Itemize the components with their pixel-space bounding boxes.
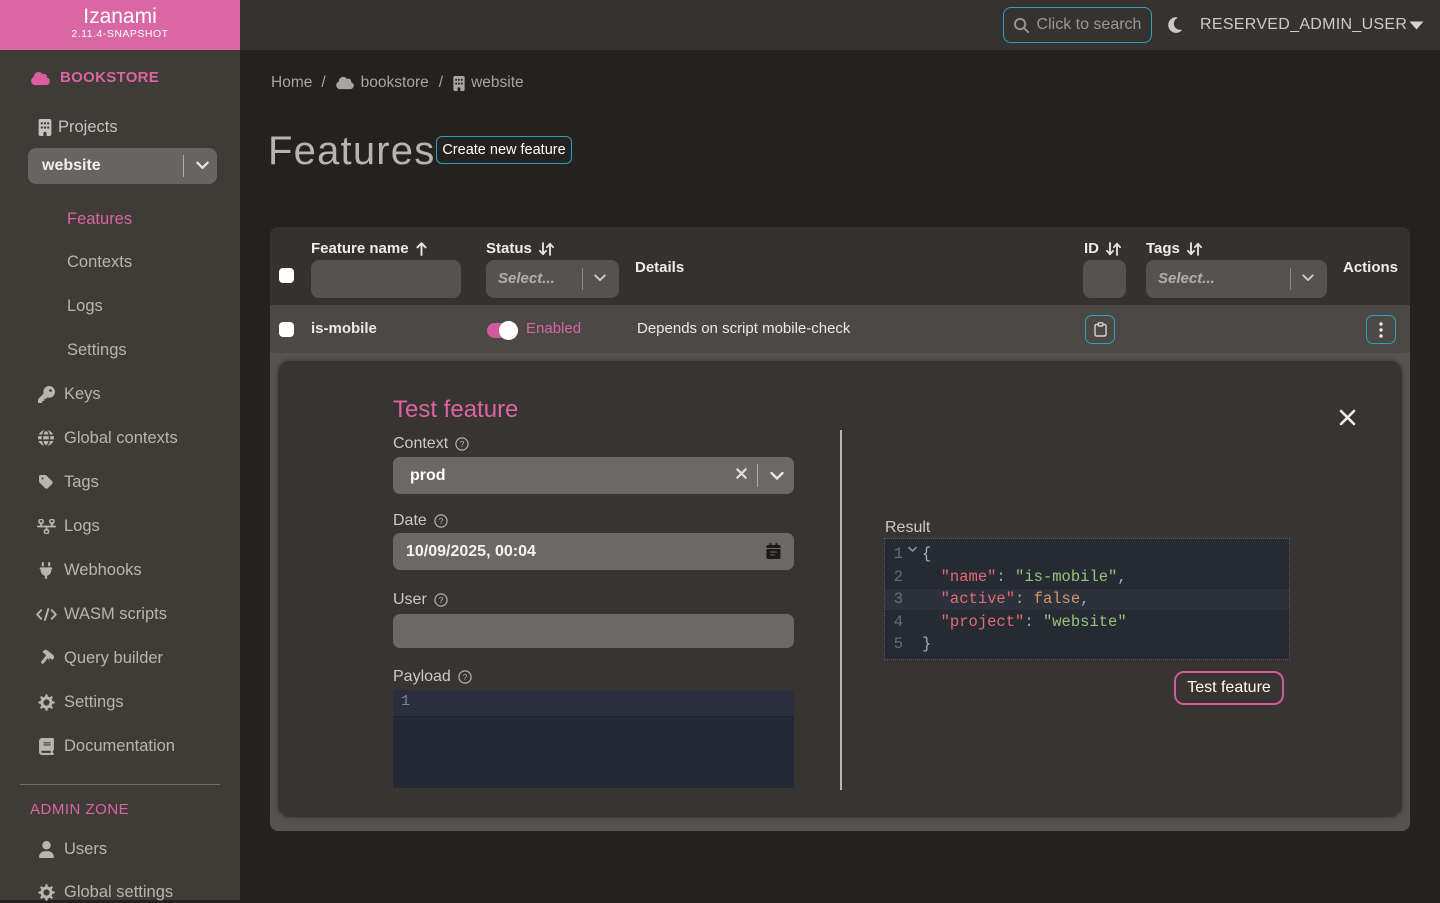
svg-text:?: ? — [438, 595, 443, 605]
svg-text:?: ? — [462, 672, 467, 682]
svg-text:?: ? — [460, 439, 465, 449]
svg-text:?: ? — [438, 516, 443, 526]
